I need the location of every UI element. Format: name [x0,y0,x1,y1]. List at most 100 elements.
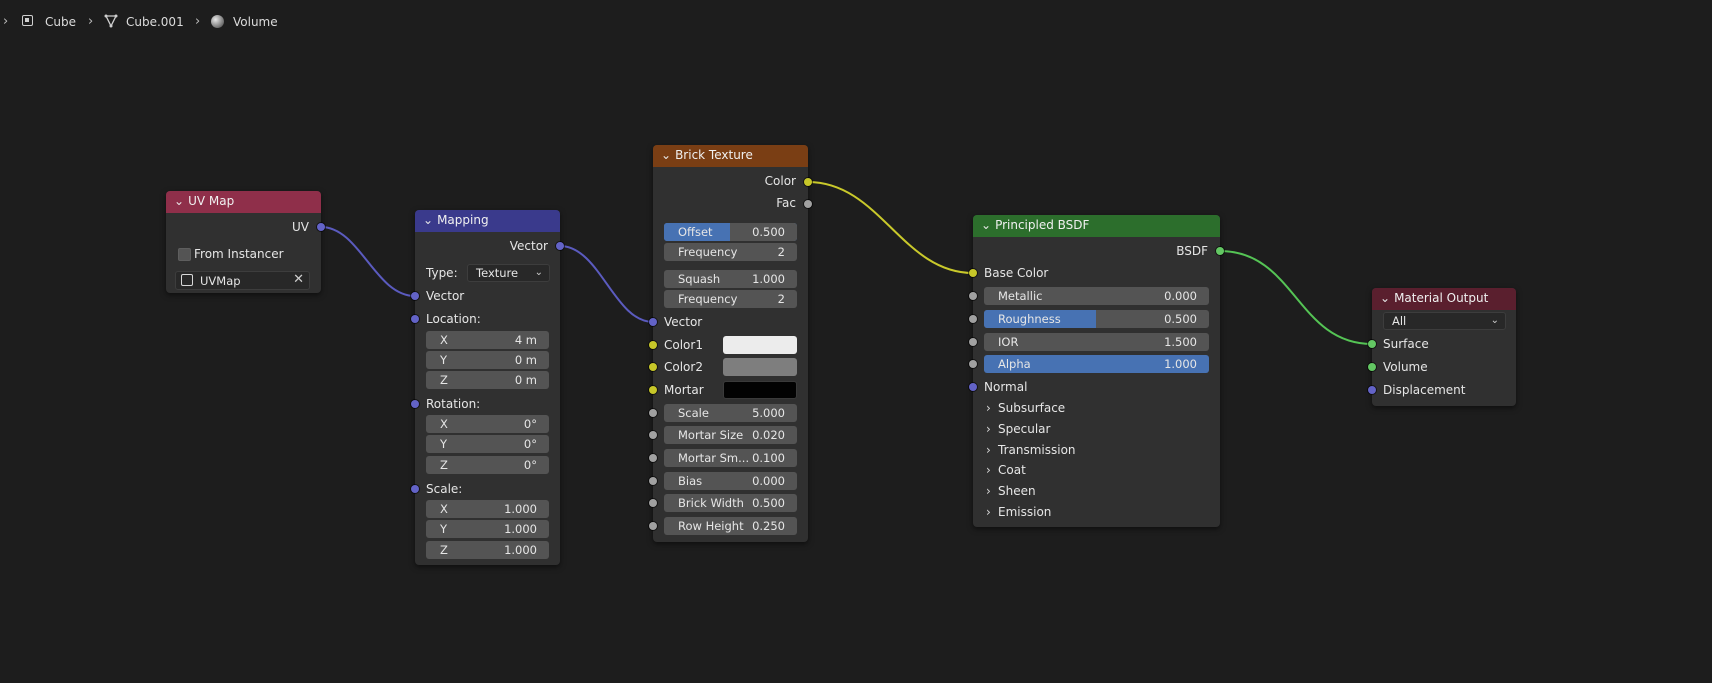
output-color-socket[interactable] [804,178,812,186]
mortar-smooth-field[interactable]: Mortar Sm... 0.100 [664,449,797,467]
mortar-size-socket[interactable] [649,431,657,439]
frequency-1-field[interactable]: Frequency 2 [664,243,797,261]
location-socket[interactable] [411,315,419,323]
material-output-node-header[interactable]: ⌄ Material Output [1372,288,1516,310]
brick-width-field[interactable]: Brick Width 0.500 [664,494,797,512]
chevron-down-icon[interactable]: ⌄ [661,145,671,166]
output-vector-socket[interactable] [556,242,564,250]
principled-bsdf-node-header[interactable]: ⌄ Principled BSDF [973,215,1220,237]
mortar-smooth-socket[interactable] [649,454,657,462]
mortar-size-field[interactable]: Mortar Size 0.020 [664,426,797,444]
squash-field[interactable]: Squash 1.000 [664,270,797,288]
output-fac-socket[interactable] [804,200,812,208]
brick-texture-node-header[interactable]: ⌄ Brick Texture [653,145,808,167]
surface-socket[interactable] [1368,340,1376,348]
close-icon[interactable]: ✕ [293,272,304,287]
panel-subsurface[interactable]: › Subsurface [986,401,1065,415]
rotation-socket[interactable] [411,400,419,408]
panel-transmission[interactable]: › Transmission [986,443,1076,457]
breadcrumb-item-mesh[interactable]: Cube.001 [126,15,184,29]
bias-field[interactable]: Bias 0.000 [664,472,797,490]
ior-field[interactable]: IOR 1.500 [984,333,1209,351]
displacement-socket[interactable] [1368,386,1376,394]
base-color-label: Base Color [984,266,1049,280]
panel-emission[interactable]: › Emission [986,505,1051,519]
output-color-label: Color [764,174,796,188]
target-value: All [1392,314,1407,328]
input-vector-socket[interactable] [649,318,657,326]
input-vector-label: Vector [664,315,703,329]
color1-label: Color1 [664,338,703,352]
mapping-node[interactable]: ⌄ Mapping Vector Type: Texture ⌄ Vector L… [411,210,564,565]
mortar-socket[interactable] [649,386,657,394]
chevron-down-icon: ⌄ [534,267,543,278]
metallic-socket[interactable] [969,292,977,300]
chevron-down-icon[interactable]: ⌄ [174,191,184,212]
offset-field[interactable]: Offset 0.500 [664,223,797,241]
mapping-node-header[interactable]: ⌄ Mapping [415,210,560,232]
rotation-x-field[interactable]: X 0° [426,415,549,433]
brick-texture-node[interactable]: ⌄ Brick Texture Color Fac Offset 0.500 Fre… [649,145,812,542]
input-vector-socket[interactable] [411,292,419,300]
chevron-right-icon: › [986,401,991,415]
breadcrumb-item-cube[interactable]: Cube [45,15,76,29]
from-instancer-label: From Instancer [194,247,284,261]
brick-width-socket[interactable] [649,499,657,507]
rotation-z-field[interactable]: Z 0° [426,456,549,474]
row-height-field[interactable]: Row Height 0.250 [664,517,797,535]
output-vector-label: Vector [509,239,548,253]
principled-bsdf-node[interactable]: ⌄ Principled BSDF BSDF Base Color Metalli… [969,215,1224,527]
chevron-down-icon[interactable]: ⌄ [423,210,433,231]
chevron-right-icon: › [986,463,991,477]
scale-y-field[interactable]: Y 1.000 [426,520,549,538]
chevron-down-icon[interactable]: ⌄ [981,215,991,236]
node-title: Material Output [1394,291,1489,305]
scale-socket[interactable] [411,485,419,493]
from-instancer-checkbox[interactable] [178,248,191,261]
node-title: Brick Texture [675,148,753,162]
scale-z-field[interactable]: Z 1.000 [426,541,549,559]
panel-specular[interactable]: › Specular [986,422,1050,436]
scale-socket[interactable] [649,409,657,417]
uv-map-node[interactable]: ⌄ UV Map UV From Instancer UVMap ✕ [166,191,325,293]
alpha-socket[interactable] [969,360,977,368]
normal-socket[interactable] [969,383,977,391]
location-x-field[interactable]: X4 m [426,331,549,349]
row-height-socket[interactable] [649,522,657,530]
scale-field[interactable]: Scale 5.000 [664,404,797,422]
material-output-node[interactable]: ⌄ Material Output All ⌄ Surface Volume Di… [1368,288,1516,406]
type-dropdown[interactable]: Texture ⌄ [467,264,550,282]
roughness-socket[interactable] [969,315,977,323]
location-z-field[interactable]: Z0 m [426,371,549,389]
volume-socket[interactable] [1368,363,1376,371]
scale-x-field[interactable]: X 1.000 [426,500,549,518]
rotation-y-field[interactable]: Y 0° [426,435,549,453]
color1-socket[interactable] [649,341,657,349]
chevron-down-icon[interactable]: ⌄ [1380,288,1390,309]
chevron-right-icon: › [986,484,991,498]
uv-map-node-header[interactable]: ⌄ UV Map [166,191,321,213]
target-dropdown[interactable]: All ⌄ [1383,312,1506,330]
alpha-field[interactable]: Alpha 1.000 [984,355,1209,373]
breadcrumb-item-material[interactable]: Volume [233,15,278,29]
panel-coat[interactable]: › Coat [986,463,1026,477]
metallic-field[interactable]: Metallic 0.000 [984,287,1209,305]
location-y-field[interactable]: Y0 m [426,351,549,369]
output-uv-socket[interactable] [317,223,325,231]
chevron-right-icon: › [195,14,201,29]
mortar-swatch[interactable] [723,381,797,399]
rotation-label: Rotation: [426,397,481,411]
base-color-socket[interactable] [969,269,977,277]
color2-socket[interactable] [649,363,657,371]
bias-socket[interactable] [649,477,657,485]
roughness-field[interactable]: Roughness 0.500 [984,310,1209,328]
uvmap-field[interactable]: UVMap ✕ [175,271,310,290]
color2-swatch[interactable] [723,358,797,376]
output-uv-label: UV [292,220,309,234]
color1-swatch[interactable] [723,336,797,354]
ior-socket[interactable] [969,338,977,346]
chevron-down-icon: ⌄ [1490,315,1499,326]
output-bsdf-socket[interactable] [1216,247,1224,255]
frequency-2-field[interactable]: Frequency 2 [664,290,797,308]
panel-sheen[interactable]: › Sheen [986,484,1036,498]
